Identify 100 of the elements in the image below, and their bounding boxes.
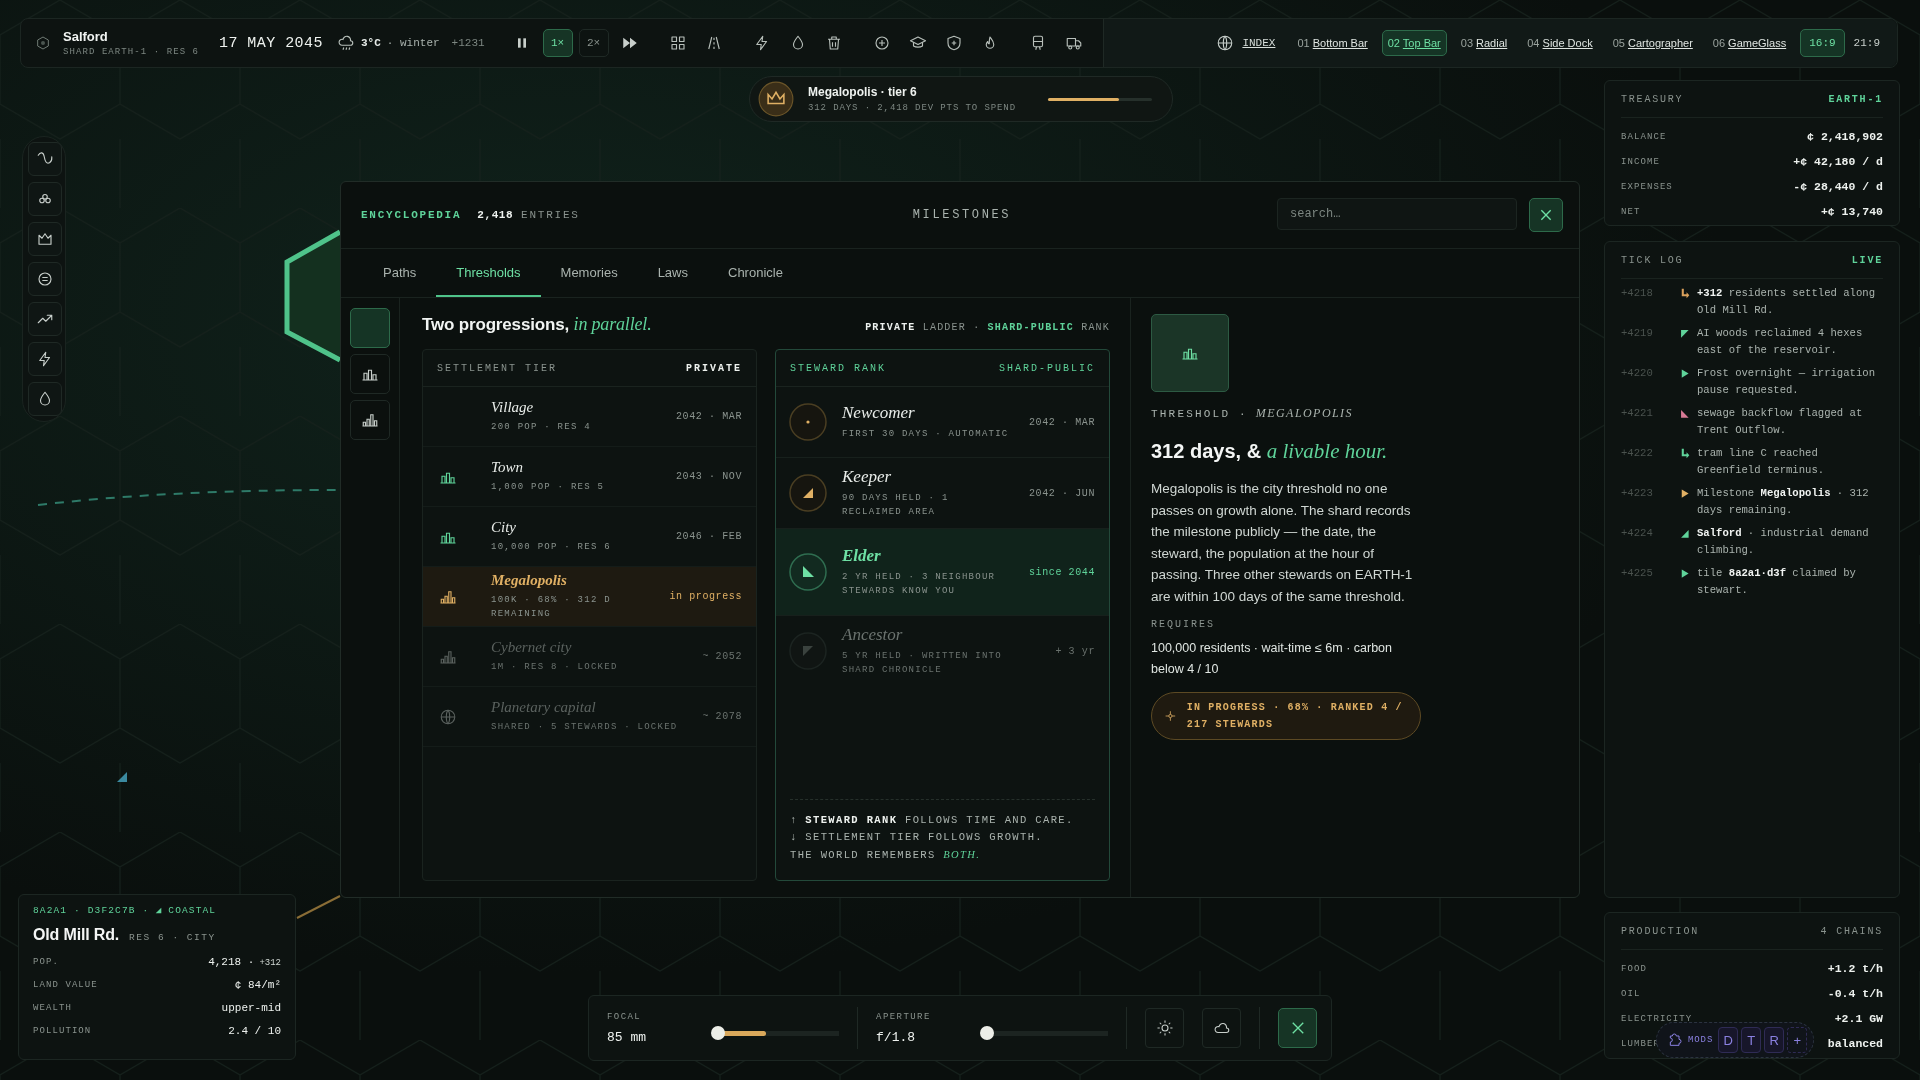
slider-thumb[interactable] [979,1026,994,1040]
wave-button[interactable] [28,142,62,176]
stat-label: BALANCE [1621,131,1667,142]
section-title: MILESTONES [911,208,1013,222]
tick-number: +4220 [1621,366,1654,381]
stat-label: POP. [33,956,59,967]
cloud-button[interactable] [1202,1008,1242,1048]
mod-key-button[interactable]: D [1718,1027,1739,1053]
stat-label: EXPENSES [1621,181,1673,192]
log-entry: Salford · industrial demand climbing. [1697,526,1870,558]
side-tab[interactable] [350,400,390,440]
slider-thumb[interactable] [710,1026,725,1040]
rank-badge-icon [788,552,828,592]
log-entry: tile 8a2a1·d3f claimed by stewart. [1697,566,1857,598]
stat-value: 2.4 / 10 [228,1024,281,1037]
drop-button[interactable] [28,382,62,416]
section-heading: Two progressions, in parallel. [422,314,652,335]
crown-icon [758,81,794,117]
bar-chart-icon [361,411,379,429]
detail-title: 312 days, & a livable hour. [1151,439,1388,464]
lightning-button[interactable] [28,342,62,376]
temperature: 3°C [360,37,381,49]
close-button[interactable] [1278,1008,1317,1048]
stat-label: ELECTRICITY [1621,1013,1693,1024]
stat-value: +1.2 t/h [1827,962,1883,975]
tab[interactable]: Memories [540,249,638,297]
aperture-label: APERTURE [876,1011,932,1022]
search-field[interactable]: search… [1277,198,1517,230]
tier-row[interactable]: Planetary capital SHARED · 5 STEWARDS · LOCKED ~ 2078 [423,687,756,747]
stat-label: FOOD [1621,963,1647,974]
circles-button[interactable] [28,182,62,216]
rank-row[interactable]: Elder 2 YR HELD · 3 NEIGHBOUR STEWARDS KNOW YOU since 2044 [776,529,1109,616]
tier-detail: 1,000 POP · RES 5 [491,481,606,494]
building-icon [36,230,54,248]
tier-row[interactable]: Cybernet city 1M · RES 8 · LOCKED ~ 2052 [423,627,756,687]
plus-circle-icon [872,34,891,52]
tier-row[interactable]: Village 200 POP · RES 4 2042 · MAR [423,387,756,447]
rank-row[interactable]: Ancestor 5 YR HELD · WRITTEN INTO SHARD CHRONICLE + 3 yr [776,616,1109,686]
layout-link[interactable]: 05 Cartographer [1606,30,1699,56]
mod-key-button[interactable]: T [1741,1027,1762,1053]
aspect-button[interactable]: 21:9 [1844,29,1889,57]
tier-name: Village [491,399,535,416]
requirements-text: 100,000 residents · wait-time ≤ 6m · carbon below 4 / 10 [1151,640,1393,678]
tier-date: 2042 · MAR [676,411,742,422]
sun-button[interactable] [1145,1008,1185,1048]
rank-name: Keeper [842,467,893,487]
tab[interactable]: Chronicle [708,249,803,297]
speed-button[interactable]: 1× [542,29,573,57]
coin-icon [36,270,54,288]
detail-subject: MEGALOPOLIS [1255,406,1353,421]
add-mod-button[interactable]: + [1787,1027,1808,1053]
rank-detail: 2 YR HELD · 3 NEIGHBOUR STEWARDS KNOW YOU [842,571,997,598]
close-button[interactable] [1529,198,1563,232]
rank-row[interactable]: Newcomer FIRST 30 DAYS · AUTOMATIC 2042 · MAR [776,387,1109,458]
stat-value: balanced [1827,1037,1883,1050]
tab[interactable]: Thresholds [436,249,541,297]
tier-row[interactable]: Town 1,000 POP · RES 5 2043 · NOV [423,447,756,507]
tier-date: ~ 2052 [702,651,742,662]
layout-link[interactable]: 04 Side Dock [1521,30,1599,56]
aspect-button[interactable]: 16:9 [1800,29,1845,57]
trend-up-button[interactable] [28,302,62,336]
rank-name: Elder [842,546,882,566]
list-tag: PRIVATE [686,362,742,374]
stat-label: WEALTH [33,1002,72,1013]
panel-tag: LIVE [1851,254,1883,266]
speed-button[interactable]: 2× [578,29,609,57]
focal-label: FOCAL [607,1011,643,1022]
side-tab[interactable] [350,354,390,394]
rank-badge-icon [788,402,828,442]
layout-link[interactable]: 03 Radial [1454,30,1514,56]
tier-date: 2046 · FEB [676,531,742,542]
tier-date: 2043 · NOV [676,471,742,482]
tier-row[interactable]: Megalopolis 100K · 68% · 312 D REMAINING in progress [423,567,756,627]
layout-link[interactable]: 02 Top Bar [1381,30,1447,56]
stat-label: INCOME [1621,156,1660,167]
rank-name: Newcomer [842,403,916,423]
tier-detail: 1M · RES 8 · LOCKED [491,661,619,674]
city-name: Salford [63,29,109,44]
tier-name: Cybernet city [491,639,573,656]
panel-title: PRODUCTION [1621,925,1699,937]
list-title: SETTLEMENT TIER [437,362,557,374]
shield-icon [944,34,963,52]
tier-name: Planetary capital [491,699,597,716]
stat-label: LAND VALUE [33,979,98,990]
index-link[interactable]: INDEX [1242,37,1276,49]
stat-value: +2.1 GW [1834,1012,1883,1025]
layout-link[interactable]: 06 GameGlass [1706,30,1793,56]
layout-link[interactable]: 01 Bottom Bar [1291,30,1374,56]
rank-date: since 2044 [1029,566,1095,578]
list-tag: SHARD-PUBLIC [999,362,1095,374]
mod-key-button[interactable]: R [1764,1027,1785,1053]
rank-badge-icon [788,473,828,513]
tile-name: Old Mill Rd. [33,926,120,944]
coin-button[interactable] [28,262,62,296]
tab[interactable]: Laws [637,249,708,297]
panel-tag: EARTH-1 [1828,93,1883,105]
building-button[interactable] [28,222,62,256]
tab[interactable]: Paths [363,249,437,297]
rank-name: Ancestor [842,625,904,645]
log-entry: sewage backflow flagged at Trent Outflow. [1697,406,1864,438]
